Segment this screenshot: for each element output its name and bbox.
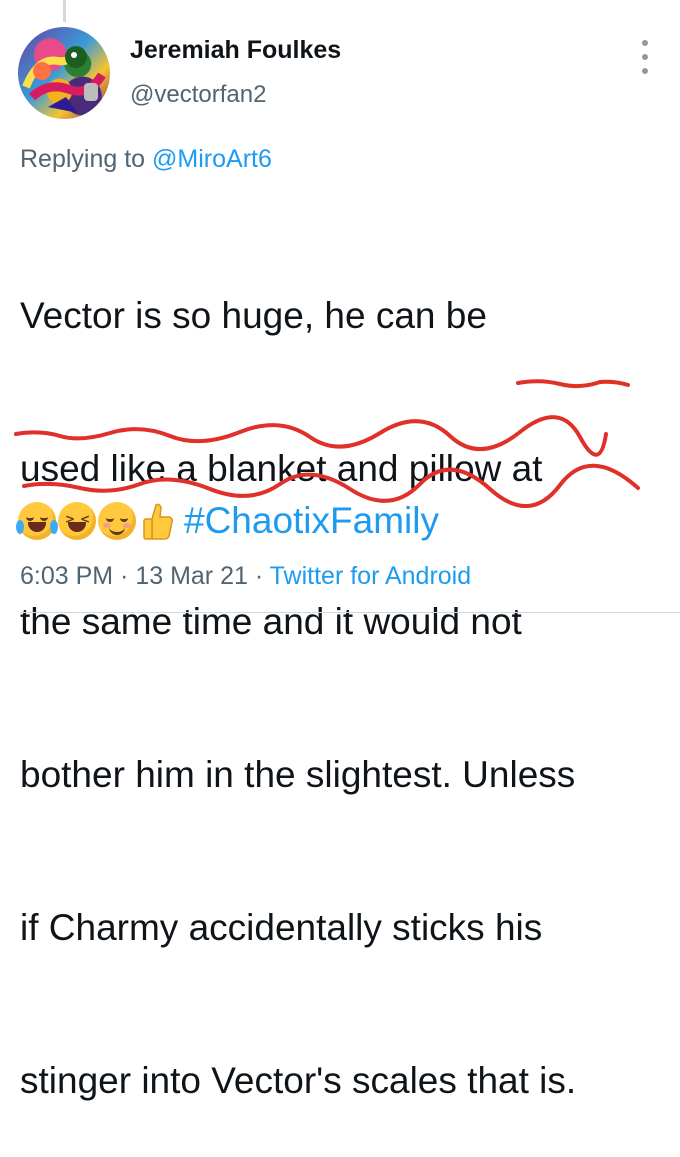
- face-with-tears-of-joy-icon: [16, 502, 58, 540]
- author-handle[interactable]: @vectorfan2: [130, 81, 266, 109]
- replying-to-line: Replying to @MiroArt6: [20, 145, 272, 174]
- replying-to-label: Replying to: [20, 145, 146, 173]
- avatar[interactable]: [18, 27, 110, 119]
- tweet-source-link[interactable]: Twitter for Android: [270, 562, 471, 590]
- avatar-image: [22, 45, 106, 113]
- tweet-timestamp[interactable]: 6:03 PM · 13 Mar 21 ·: [20, 562, 263, 590]
- thumbs-up-icon: [143, 503, 173, 540]
- more-vertical-icon[interactable]: [632, 40, 658, 74]
- tweet-text: Vector is so huge, he can be used like a…: [20, 188, 675, 1157]
- tweet-text-line: if Charmy accidentally sticks his: [20, 907, 543, 948]
- tweet-text-line: bother him in the slightest. Unless: [20, 754, 576, 795]
- hashtag-link[interactable]: #ChaotixFamily: [184, 500, 439, 542]
- tweet-text-line: used like a blanket and pillow at: [20, 448, 543, 489]
- thread-connector-line: [63, 0, 66, 22]
- reply-mention-link[interactable]: @MiroArt6: [152, 145, 272, 173]
- tweet-text-line: stinger into Vector's scales that is.: [20, 1060, 577, 1101]
- grinning-squinting-face-icon: > <: [58, 502, 96, 540]
- emoji-row: > < #ChaotixFamily: [16, 498, 439, 544]
- tweet-text-line: the same time and it would not: [20, 601, 522, 642]
- author-display-name[interactable]: Jeremiah Foulkes: [130, 36, 341, 65]
- tweet-metadata: 6:03 PM · 13 Mar 21 · Twitter for Androi…: [20, 562, 471, 591]
- divider: [20, 612, 680, 613]
- tweet-text-line: Vector is so huge, he can be: [20, 295, 487, 336]
- relieved-face-icon: [98, 502, 136, 540]
